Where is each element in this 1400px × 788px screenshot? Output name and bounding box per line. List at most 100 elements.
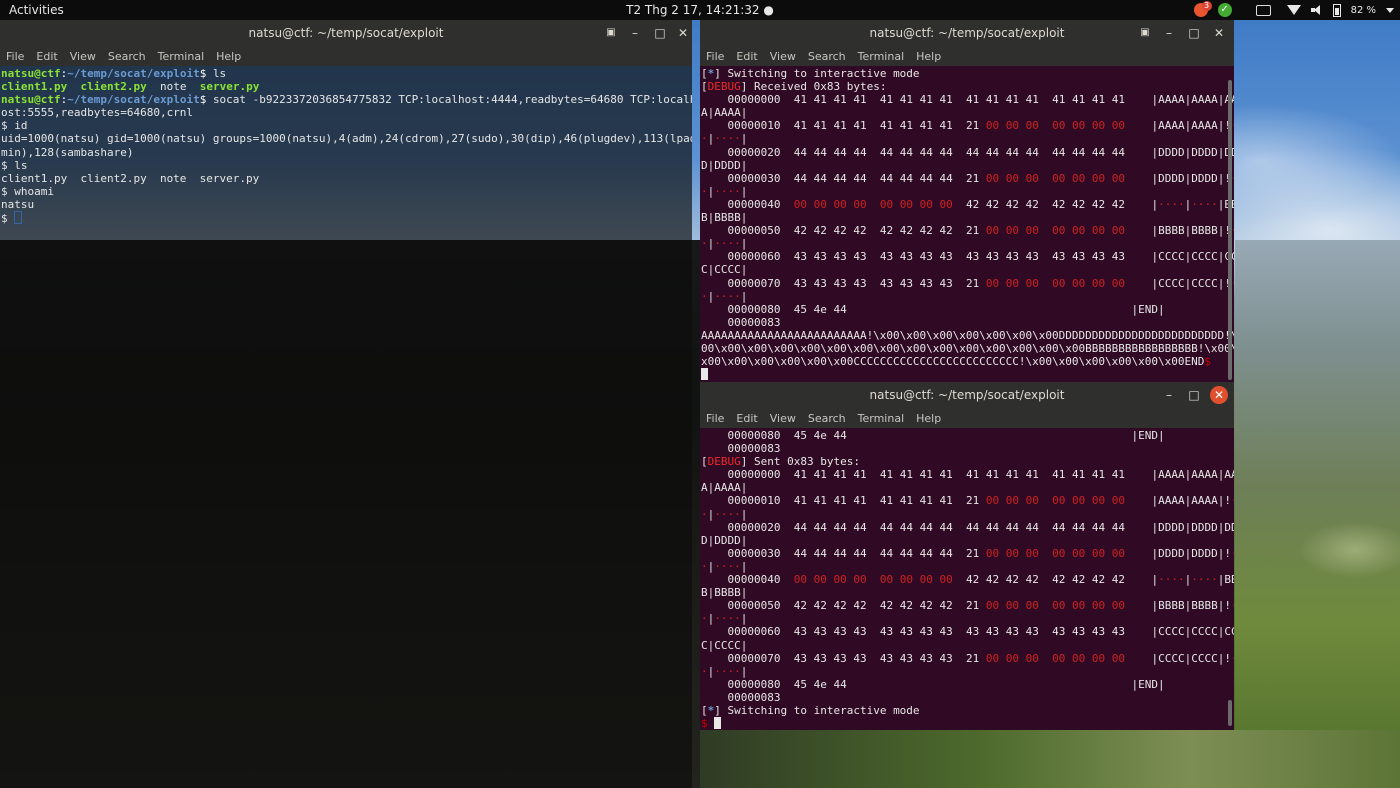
menu-file[interactable]: File: [706, 50, 724, 63]
scrollbar[interactable]: [1228, 700, 1232, 726]
scrollbar[interactable]: [1228, 80, 1232, 380]
menu-terminal[interactable]: Terminal: [158, 50, 205, 63]
menu-edit[interactable]: Edit: [736, 50, 757, 63]
maximize-icon[interactable]: □: [1185, 386, 1203, 404]
debug-tag: DEBUG: [707, 80, 741, 94]
menu-file[interactable]: File: [6, 50, 24, 63]
hex-byte: 44: [879, 171, 894, 185]
menu-edit[interactable]: Edit: [736, 412, 757, 425]
ascii-chars: |: [740, 237, 748, 251]
menu-help[interactable]: Help: [916, 50, 941, 63]
hex-byte: 41: [793, 119, 807, 133]
menubar: File Edit View Search Terminal Help: [700, 46, 1234, 66]
close-icon[interactable]: ✕: [1210, 24, 1228, 42]
hex-byte: 43: [985, 625, 1000, 639]
menu-terminal[interactable]: Terminal: [858, 50, 905, 63]
ascii-chars: |AAAA|AAAA|AAA: [1151, 468, 1234, 482]
hex-byte: 43: [879, 625, 894, 639]
hex-byte: 00: [1091, 276, 1106, 290]
minimize-icon[interactable]: –: [1160, 24, 1178, 42]
menu-help[interactable]: Help: [216, 50, 241, 63]
titlebar[interactable]: natsu@ctf: ~/temp/socat/exploit ▣ – □ ✕: [700, 20, 1234, 46]
menu-view[interactable]: View: [70, 50, 96, 63]
hex-byte: 42: [1111, 573, 1125, 587]
hex-byte: 44: [1091, 520, 1106, 534]
hex-byte: 44: [939, 171, 953, 185]
ascii-chars: |: [740, 289, 748, 303]
hex-byte: 00: [1025, 224, 1039, 238]
menu-search[interactable]: Search: [808, 50, 846, 63]
menu-search[interactable]: Search: [808, 412, 846, 425]
minimize-icon[interactable]: –: [1160, 386, 1178, 404]
terminal-output[interactable]: natsu@ctf:~/temp/socat/exploit$ ls clien…: [0, 66, 692, 788]
ascii-chars: |AAAA|AAAA|!: [1151, 494, 1231, 508]
hex-byte: 00: [833, 573, 847, 587]
hex-offset: 00000040: [727, 573, 781, 587]
output-line: uid=1000(natsu) gid=1000(natsu) groups=1…: [1, 132, 692, 146]
file-entry: client1.py: [1, 80, 68, 94]
menu-terminal[interactable]: Terminal: [858, 412, 905, 425]
menu-view[interactable]: View: [770, 412, 796, 425]
clock[interactable]: T2 Thg 2 17, 14:21:32 ●: [0, 3, 1400, 17]
hex-byte: 44: [833, 145, 847, 159]
hex-byte: 42: [853, 599, 867, 613]
ascii-chars: ····: [1191, 197, 1218, 211]
terminal-output[interactable]: 00000080 45 4e 44 |END| 00000083 [DEBUG]…: [700, 428, 1234, 730]
hex-byte: 42: [1052, 573, 1066, 587]
titlebar[interactable]: natsu@ctf: ~/temp/socat/exploit ▣ – □ ✕: [0, 20, 692, 46]
hex-byte: 41: [939, 494, 953, 508]
hex-byte: 43: [813, 651, 827, 665]
hex-byte: 43: [1052, 625, 1066, 639]
hex-byte: 4e: [813, 677, 827, 691]
hex-byte: 41: [1025, 468, 1039, 482]
titlebar[interactable]: natsu@ctf: ~/temp/socat/exploit – □ ✕: [700, 382, 1234, 408]
menu-file[interactable]: File: [706, 412, 724, 425]
hex-byte: 41: [793, 468, 807, 482]
hex-byte: 00: [1091, 599, 1106, 613]
notification-icon[interactable]: 3: [1193, 1, 1212, 17]
battery-icon[interactable]: [1332, 3, 1341, 17]
close-icon[interactable]: ✕: [1210, 386, 1228, 404]
terminal-output[interactable]: [*] Switching to interactive mode [DEBUG…: [700, 66, 1234, 382]
hex-byte: 43: [939, 250, 953, 264]
maximize-icon[interactable]: □: [651, 24, 669, 42]
minimize-icon[interactable]: –: [626, 24, 644, 42]
hex-offset: 00000000: [727, 93, 781, 107]
hex-byte: 43: [813, 625, 827, 639]
menu-search[interactable]: Search: [108, 50, 146, 63]
volume-icon[interactable]: [1310, 5, 1323, 15]
maximize-icon[interactable]: □: [1185, 24, 1203, 42]
hex-byte: 44: [919, 520, 933, 534]
wifi-icon[interactable]: [1286, 5, 1301, 15]
new-tab-icon[interactable]: ▣: [602, 24, 620, 42]
hex-byte: 00: [833, 197, 847, 211]
hex-byte: 41: [899, 93, 913, 107]
system-menu-caret-icon[interactable]: [1386, 7, 1394, 13]
window-title: natsu@ctf: ~/temp/socat/exploit: [248, 26, 444, 40]
menu-help[interactable]: Help: [916, 412, 941, 425]
update-check-icon[interactable]: ✓: [1217, 3, 1232, 17]
hex-byte: 41: [813, 468, 827, 482]
menu-edit[interactable]: Edit: [36, 50, 57, 63]
hex-byte: 44: [985, 520, 1000, 534]
new-tab-icon[interactable]: ▣: [1136, 24, 1154, 42]
hex-byte: 00: [793, 197, 807, 211]
hex-byte: 45: [793, 677, 807, 691]
hexdump-row: 00000010 41 41 41 41 41 41 41 41 21 00 0…: [701, 494, 1234, 520]
hex-byte: 42: [793, 224, 807, 238]
hex-byte: 00: [1071, 171, 1086, 185]
hex-byte: 00: [1052, 224, 1066, 238]
hex-byte: 44: [813, 546, 827, 560]
hex-byte: 43: [879, 276, 894, 290]
hex-byte: 41: [833, 494, 847, 508]
close-icon[interactable]: ✕: [674, 24, 692, 42]
ascii-chars: ·: [701, 559, 708, 573]
file-entry: server.py: [199, 80, 260, 94]
ascii-chars: C|CCCC|: [701, 263, 748, 277]
hex-byte: 21: [965, 119, 980, 133]
ascii-chars: |AAAA|AAAA|!: [1151, 119, 1231, 133]
menu-view[interactable]: View: [770, 50, 796, 63]
hex-byte: 21: [965, 546, 980, 560]
hexdump-row: 00000000 41 41 41 41 41 41 41 41 41 41 4…: [701, 468, 1234, 494]
keyboard-icon[interactable]: [1255, 4, 1271, 16]
